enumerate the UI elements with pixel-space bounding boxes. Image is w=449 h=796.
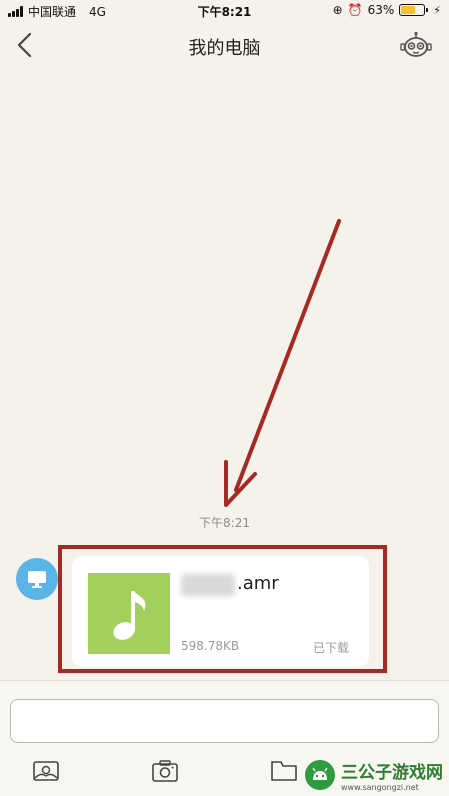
robot-button[interactable] <box>399 31 433 61</box>
robot-icon <box>400 31 432 57</box>
file-thumbnail <box>88 573 170 654</box>
camera-button[interactable] <box>151 759 179 783</box>
watermark-title: 三公子游戏网 <box>341 763 443 783</box>
lock-rotation-icon: ⊕ <box>332 3 343 17</box>
camera-icon <box>152 760 178 782</box>
battery-fill <box>401 6 416 14</box>
nav-bar: 我的电脑 <box>0 22 449 68</box>
page-title: 我的电脑 <box>188 38 261 59</box>
message-timestamp: 下午8:21 <box>199 516 250 530</box>
image-button[interactable] <box>32 759 60 783</box>
avatar[interactable] <box>16 558 58 600</box>
status-right: ⊕ ⏰ 63% ⚡ <box>333 3 441 17</box>
watermark-url: www.sangongzi.net <box>341 783 419 792</box>
file-size: 598.78KB <box>181 639 240 653</box>
android-logo-icon <box>305 760 335 790</box>
message-input[interactable] <box>10 699 439 743</box>
image-icon <box>33 761 59 781</box>
file-message[interactable]: .amr 598.78KB 已下载 <box>72 556 369 667</box>
folder-button[interactable] <box>270 759 298 783</box>
annotation-arrow <box>224 219 341 507</box>
battery-icon <box>399 4 429 16</box>
status-bar: 中国联通 4G 下午8:21 ⊕ ⏰ 63% ⚡ <box>0 0 449 22</box>
bottom-input-area: 三公子游戏网 www.sangongzi.net <box>0 680 449 796</box>
file-name: .amr <box>237 573 279 594</box>
watermark: 三公子游戏网 www.sangongzi.net <box>305 758 443 792</box>
computer-icon <box>28 571 46 588</box>
music-note-icon <box>113 590 146 640</box>
folder-icon <box>271 761 297 781</box>
alarm-icon: ⏰ <box>347 3 363 17</box>
battery-percent: 63% <box>367 3 395 17</box>
download-status: 已下载 <box>312 641 349 655</box>
file-name-blurred <box>181 574 235 596</box>
charging-icon: ⚡ <box>433 3 441 17</box>
